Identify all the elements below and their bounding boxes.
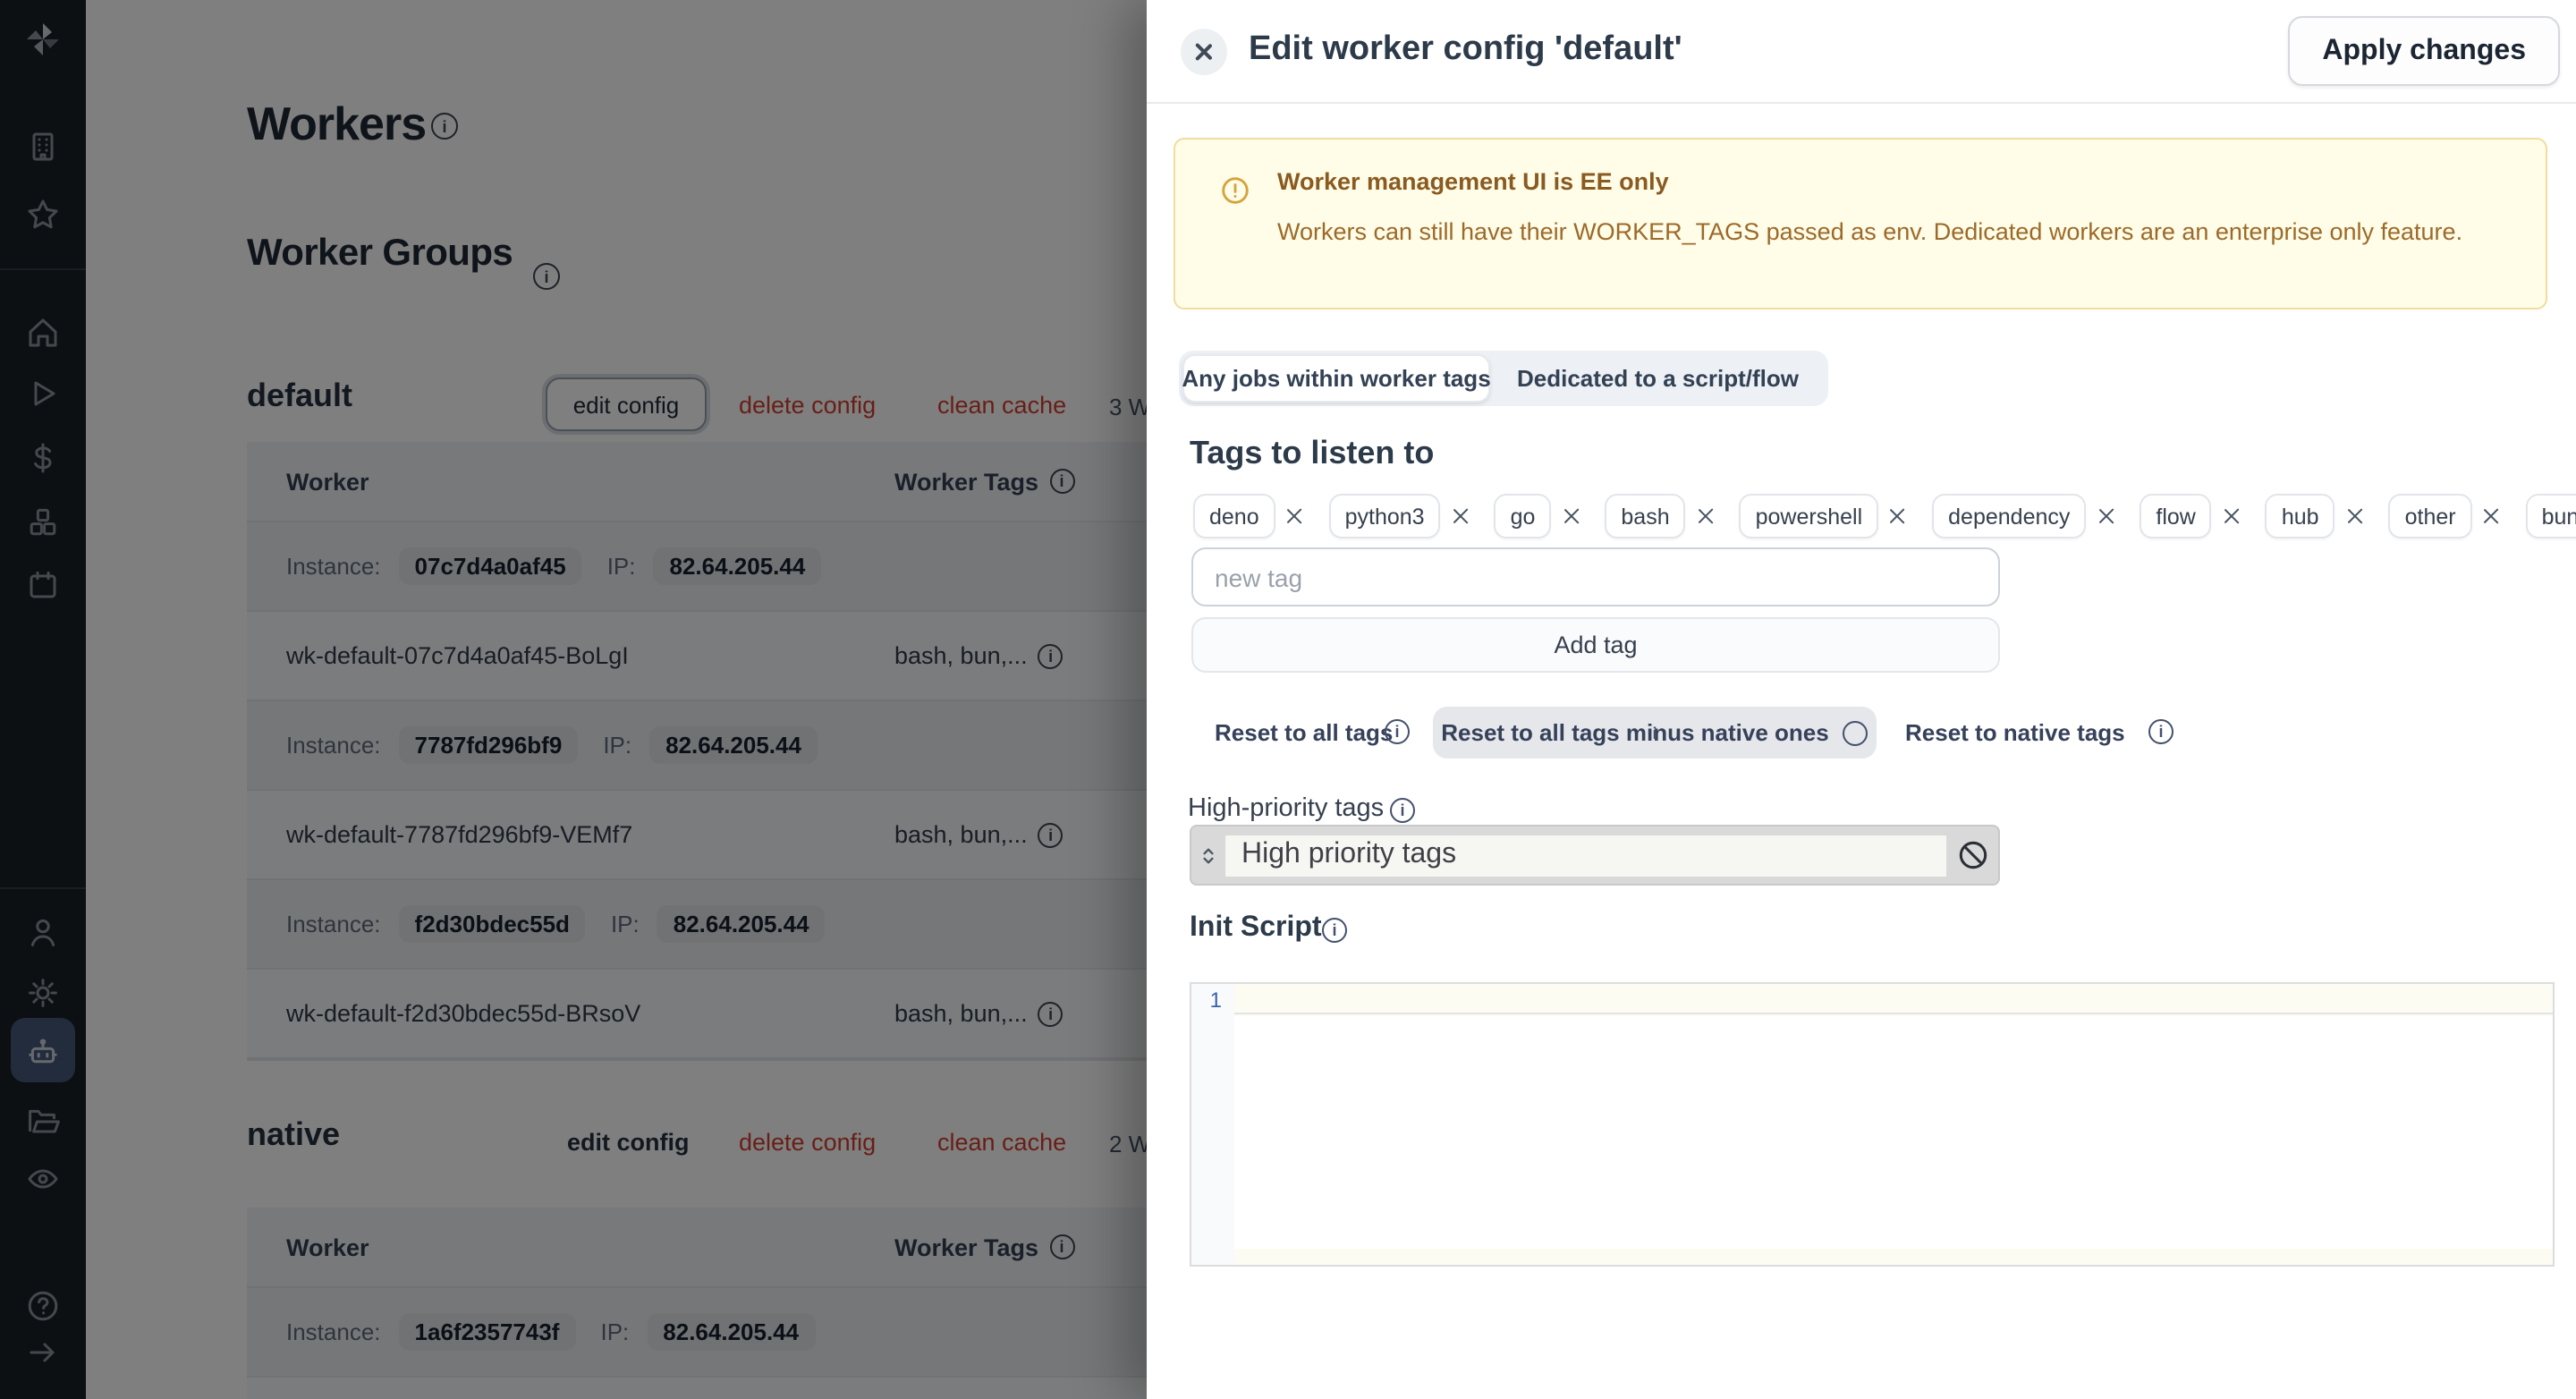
reset-native-info-icon[interactable] bbox=[2148, 719, 2174, 744]
remove-tag-icon[interactable] bbox=[1286, 507, 1304, 525]
new-tag-input[interactable] bbox=[1191, 547, 2000, 606]
ee-only-alert: Worker management UI is EE only Workers … bbox=[1174, 138, 2547, 309]
apply-changes-button[interactable]: Apply changes bbox=[2288, 16, 2560, 86]
high-priority-select[interactable]: High priority tags bbox=[1190, 825, 2000, 886]
tag-label: bun bbox=[2525, 494, 2576, 538]
toggle-dedicated[interactable]: Dedicated to a script/flow bbox=[1490, 354, 1826, 403]
tag-list: deno python3 go bash powershell dependen… bbox=[1193, 494, 2576, 538]
drawer-backdrop[interactable] bbox=[0, 0, 1147, 1399]
tag-flow: flow bbox=[2140, 494, 2240, 538]
remove-tag-icon[interactable] bbox=[2223, 507, 2241, 525]
editor-current-line bbox=[1234, 984, 2553, 1014]
reset-native-tags-button[interactable]: Reset to native tags bbox=[1905, 719, 2125, 746]
tag-label: other bbox=[2388, 494, 2472, 538]
remove-tag-icon[interactable] bbox=[1697, 507, 1715, 525]
toggle-any-jobs[interactable]: Any jobs within worker tags bbox=[1182, 354, 1491, 403]
tag-label: python3 bbox=[1328, 494, 1441, 538]
init-script-heading: Init Script bbox=[1190, 912, 1322, 943]
job-mode-toggle: Any jobs within worker tags Dedicated to… bbox=[1179, 351, 1829, 406]
reset-all-tags-button[interactable]: Reset to all tags bbox=[1215, 719, 1393, 746]
tag-label: flow bbox=[2140, 494, 2212, 538]
tag-label: dependency bbox=[1932, 494, 2087, 538]
remove-tag-icon[interactable] bbox=[1889, 507, 1907, 525]
reset-minus-info-icon[interactable] bbox=[1843, 720, 1868, 745]
editor-content-area bbox=[1234, 1016, 2553, 1249]
high-priority-placeholder: High priority tags bbox=[1225, 835, 1946, 876]
tag-powershell: powershell bbox=[1739, 494, 1908, 538]
tag-label: hub bbox=[2265, 494, 2335, 538]
alert-body: Workers can still have their WORKER_TAGS… bbox=[1277, 218, 2463, 245]
tags-heading: Tags to listen to bbox=[1190, 435, 1435, 471]
close-icon bbox=[1193, 41, 1215, 63]
remove-tag-icon[interactable] bbox=[2097, 507, 2114, 525]
tag-dependency: dependency bbox=[1932, 494, 2114, 538]
high-priority-label: High-priority tags bbox=[1188, 794, 1385, 823]
tag-python3: python3 bbox=[1328, 494, 1470, 538]
tag-bash: bash bbox=[1605, 494, 1714, 538]
tag-other: other bbox=[2388, 494, 2501, 538]
high-priority-info-icon[interactable] bbox=[1390, 798, 1415, 823]
drawer-header: Edit worker config 'default' Apply chang… bbox=[1147, 0, 2576, 104]
tag-hub: hub bbox=[2265, 494, 2364, 538]
tag-label: go bbox=[1494, 494, 1552, 538]
tag-label: powershell bbox=[1739, 494, 1879, 538]
tag-label: bash bbox=[1605, 494, 1686, 538]
alert-title: Worker management UI is EE only bbox=[1277, 168, 1669, 195]
reset-minus-native-button[interactable]: Reset to all tags minus native ones bbox=[1433, 707, 1877, 759]
close-drawer-button[interactable] bbox=[1181, 29, 1227, 75]
tag-bun: bun bbox=[2525, 494, 2576, 538]
ban-icon[interactable] bbox=[1956, 839, 1988, 871]
tag-deno: deno bbox=[1193, 494, 1304, 538]
app-window: Workers Worker Groups default edit confi… bbox=[0, 0, 2576, 1399]
alert-circle-icon bbox=[1222, 177, 1249, 204]
init-script-editor[interactable]: 1 bbox=[1190, 982, 2555, 1267]
remove-tag-icon[interactable] bbox=[1562, 507, 1580, 525]
reset-all-info-icon[interactable] bbox=[1385, 719, 1410, 744]
remove-tag-icon[interactable] bbox=[2483, 507, 2501, 525]
add-tag-button[interactable]: Add tag bbox=[1191, 617, 2000, 673]
tag-go: go bbox=[1494, 494, 1580, 538]
line-number: 1 bbox=[1209, 988, 1222, 1013]
init-script-info-icon[interactable] bbox=[1322, 918, 1347, 943]
edit-worker-config-drawer: Edit worker config 'default' Apply chang… bbox=[1147, 0, 2576, 1399]
drawer-title: Edit worker config 'default' bbox=[1249, 30, 1682, 68]
reset-options-row: Reset to all tags Reset to all tags minu… bbox=[1147, 707, 2576, 759]
tag-label: deno bbox=[1193, 494, 1275, 538]
remove-tag-icon[interactable] bbox=[2346, 507, 2364, 525]
editor-gutter: 1 bbox=[1191, 984, 1234, 1265]
remove-tag-icon[interactable] bbox=[1452, 507, 1470, 525]
unfold-icon bbox=[1203, 847, 1214, 863]
